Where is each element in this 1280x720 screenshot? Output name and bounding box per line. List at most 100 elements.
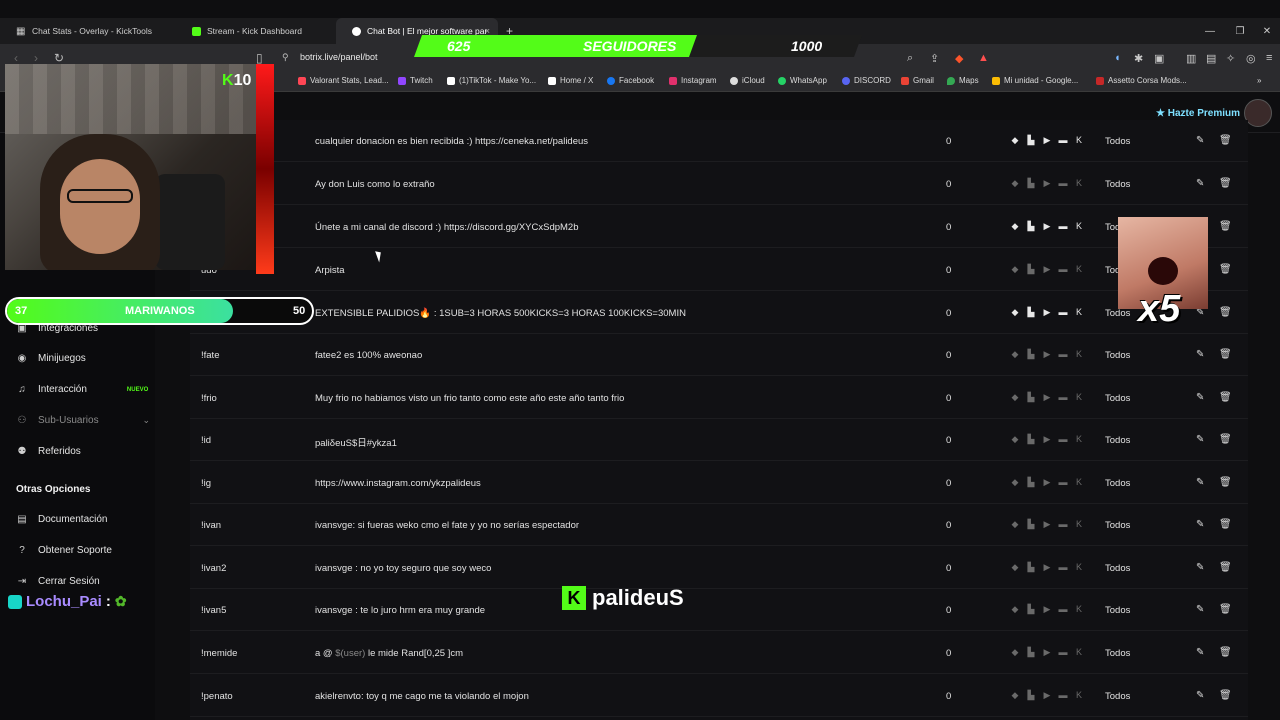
sidebar-item-interaccion[interactable]: ♫ Interacción NUEVO <box>16 384 148 395</box>
delete-icon[interactable]: 🗑 <box>1219 178 1232 189</box>
command-permission[interactable]: Todos <box>1105 350 1130 361</box>
whatsapp-icon <box>778 76 786 85</box>
back-icon[interactable]: ‹ <box>14 51 18 65</box>
edit-icon[interactable]: ✎ <box>1196 604 1204 615</box>
bot-icon: ◆ <box>1011 434 1019 444</box>
bookmark-valorant[interactable]: Valorant Stats, Lead... <box>298 76 389 85</box>
bookmark-facebook[interactable]: Facebook <box>607 76 654 85</box>
delete-icon[interactable]: 🗑 <box>1219 349 1232 360</box>
delete-icon[interactable]: 🗑 <box>1219 604 1232 615</box>
edit-icon[interactable]: ✎ <box>1196 647 1204 658</box>
bookmark-icon[interactable]: ▯ <box>256 51 263 65</box>
url-field[interactable]: botrix.live/panel/bot <box>300 52 378 62</box>
bookmark-whatsapp[interactable]: WhatsApp <box>778 76 827 85</box>
bookmark-maps[interactable]: Maps <box>947 76 979 85</box>
more-bookmarks-icon[interactable]: » <box>1257 76 1261 85</box>
table-row: !ivan5 ivansvge : te lo juro hrm era muy… <box>190 589 1248 631</box>
delete-icon[interactable]: 🗑 <box>1219 221 1232 232</box>
bookmark-x[interactable]: Home / X <box>548 76 593 85</box>
delete-icon[interactable]: 🗑 <box>1219 647 1232 658</box>
command-permission[interactable]: Todos <box>1105 136 1130 147</box>
delete-icon[interactable]: 🗑 <box>1219 690 1232 701</box>
sidebar-item-minijuegos[interactable]: ◉ Minijuegos <box>16 353 86 364</box>
command-permission[interactable]: Todos <box>1105 478 1130 489</box>
tab-chat-stats[interactable]: Chat Stats - Overlay - KickTools <box>16 18 176 44</box>
edit-icon[interactable]: ✎ <box>1196 562 1204 573</box>
share-icon[interactable]: ⇪ <box>930 52 939 65</box>
command-permission[interactable]: Todos <box>1105 435 1130 446</box>
youtube-icon: ▶ <box>1043 178 1051 188</box>
command-response: ivansvge : no yo toy seguro que soy weco <box>315 563 492 574</box>
command-permission[interactable]: Todos <box>1105 691 1130 702</box>
command-permission[interactable]: Todos <box>1105 393 1130 404</box>
sub-goal-bar: 37 MARIWANOS 50 <box>5 297 314 325</box>
bookmark-gmail[interactable]: Gmail <box>901 76 934 85</box>
table-row: !ivan2 ivansvge : no yo toy seguro que s… <box>190 547 1248 589</box>
delete-icon[interactable]: 🗑 <box>1219 135 1232 146</box>
voice-icon[interactable]: ◖ <box>1114 52 1121 64</box>
platform-icons: ◆ ▙ ▶ ▬ K <box>1010 221 1084 231</box>
wallet2-icon[interactable]: ▤ <box>1206 52 1216 65</box>
delete-icon[interactable]: 🗑 <box>1219 434 1232 445</box>
table-row: !id paliδeuS$日#ykza1 0 ◆ ▙ ▶ ▬ K Todos ✎ 🗑 <box>190 419 1248 461</box>
forward-icon[interactable]: › <box>34 51 38 65</box>
wallet-icon[interactable]: ▣ <box>1154 52 1164 65</box>
sidebar-item-sub-usuarios[interactable]: ⚇ Sub-Usuarios ⌄ <box>16 415 150 426</box>
brave-shield-icon[interactable]: ◆ <box>955 52 963 65</box>
twitch-icon: ▙ <box>1027 604 1035 614</box>
premium-label: Hazte Premium <box>1167 108 1240 119</box>
menu-icon[interactable]: ≡ <box>1266 52 1272 64</box>
tab-kick-dashboard[interactable]: Stream - Kick Dashboard <box>176 18 336 44</box>
command-permission[interactable]: Todos <box>1105 179 1130 190</box>
command-permission[interactable]: Todos <box>1105 563 1130 574</box>
bookmark-tiktok[interactable]: (1)TikTok - Make Yo... <box>447 76 536 85</box>
command-permission[interactable]: Todos <box>1105 605 1130 616</box>
user-avatar[interactable] <box>1244 99 1272 127</box>
delete-icon[interactable]: 🗑 <box>1219 307 1232 318</box>
kick-icon: K <box>1075 519 1082 529</box>
sidebar-item-referidos[interactable]: ⚉ Referidos <box>16 446 81 457</box>
edit-icon[interactable]: ✎ <box>1196 349 1204 360</box>
brave-rewards-icon[interactable]: ▲ <box>978 52 989 64</box>
zoom-icon[interactable]: ⌕ <box>907 52 913 65</box>
sidebar-item-cerrar-sesion[interactable]: ⇥ Cerrar Sesión <box>16 576 100 587</box>
edit-icon[interactable]: ✎ <box>1196 477 1204 488</box>
sidebar-toggle-icon[interactable]: ▥ <box>1186 52 1196 65</box>
edit-icon[interactable]: ✎ <box>1196 519 1204 530</box>
tab-chat-stats-label: Chat Stats - Overlay - KickTools <box>32 26 152 36</box>
command-permission[interactable]: Todos <box>1105 308 1130 319</box>
edit-icon[interactable]: ✎ <box>1196 434 1204 445</box>
bookmark-twitch[interactable]: Twitch <box>398 76 433 85</box>
premium-button[interactable]: ★ Hazte Premium <box>1156 108 1240 119</box>
delete-icon[interactable]: 🗑 <box>1219 264 1232 275</box>
command-permission[interactable]: Todos <box>1105 520 1130 531</box>
delete-icon[interactable]: 🗑 <box>1219 562 1232 573</box>
bookmark-drive[interactable]: Mi unidad - Google... <box>992 76 1078 85</box>
streamer-tag: K palideuS <box>562 585 684 611</box>
close-window-icon[interactable]: ✕ <box>1252 18 1280 44</box>
bookmark-instagram[interactable]: Instagram <box>669 76 717 85</box>
sidebar-item-soporte[interactable]: ? Obtener Soporte <box>16 545 112 556</box>
bookmark-icloud[interactable]: iCloud <box>730 76 765 85</box>
sidebar-item-documentacion[interactable]: ▤ Documentación <box>16 514 107 525</box>
edit-icon[interactable]: ✎ <box>1196 690 1204 701</box>
site-info-icon[interactable]: ⚲ <box>282 52 289 63</box>
edit-icon[interactable]: ✎ <box>1196 178 1204 189</box>
bookmark-assetto[interactable]: Assetto Corsa Mods... <box>1096 76 1187 85</box>
extensions-icon[interactable]: ✱ <box>1134 52 1143 65</box>
vpn-icon[interactable]: ◎ <box>1246 52 1256 65</box>
people-icon: ⚉ <box>17 446 27 457</box>
delete-icon[interactable]: 🗑 <box>1219 477 1232 488</box>
maximize-icon[interactable]: ❐ <box>1225 18 1255 44</box>
delete-icon[interactable]: 🗑 <box>1219 392 1232 403</box>
delete-icon[interactable]: 🗑 <box>1219 519 1232 530</box>
edit-icon[interactable]: ✎ <box>1196 135 1204 146</box>
minimize-icon[interactable]: — <box>1195 18 1225 44</box>
reload-icon[interactable]: ↻ <box>54 51 64 65</box>
command-permission[interactable]: Todos <box>1105 648 1130 659</box>
chat-icon: ▬ <box>1058 519 1068 529</box>
command-response: cualquier donacion es bien recibida :) h… <box>315 136 589 147</box>
bookmark-discord[interactable]: DISCORD <box>842 76 891 85</box>
edit-icon[interactable]: ✎ <box>1196 392 1204 403</box>
leo-icon[interactable]: ✧ <box>1226 52 1235 65</box>
